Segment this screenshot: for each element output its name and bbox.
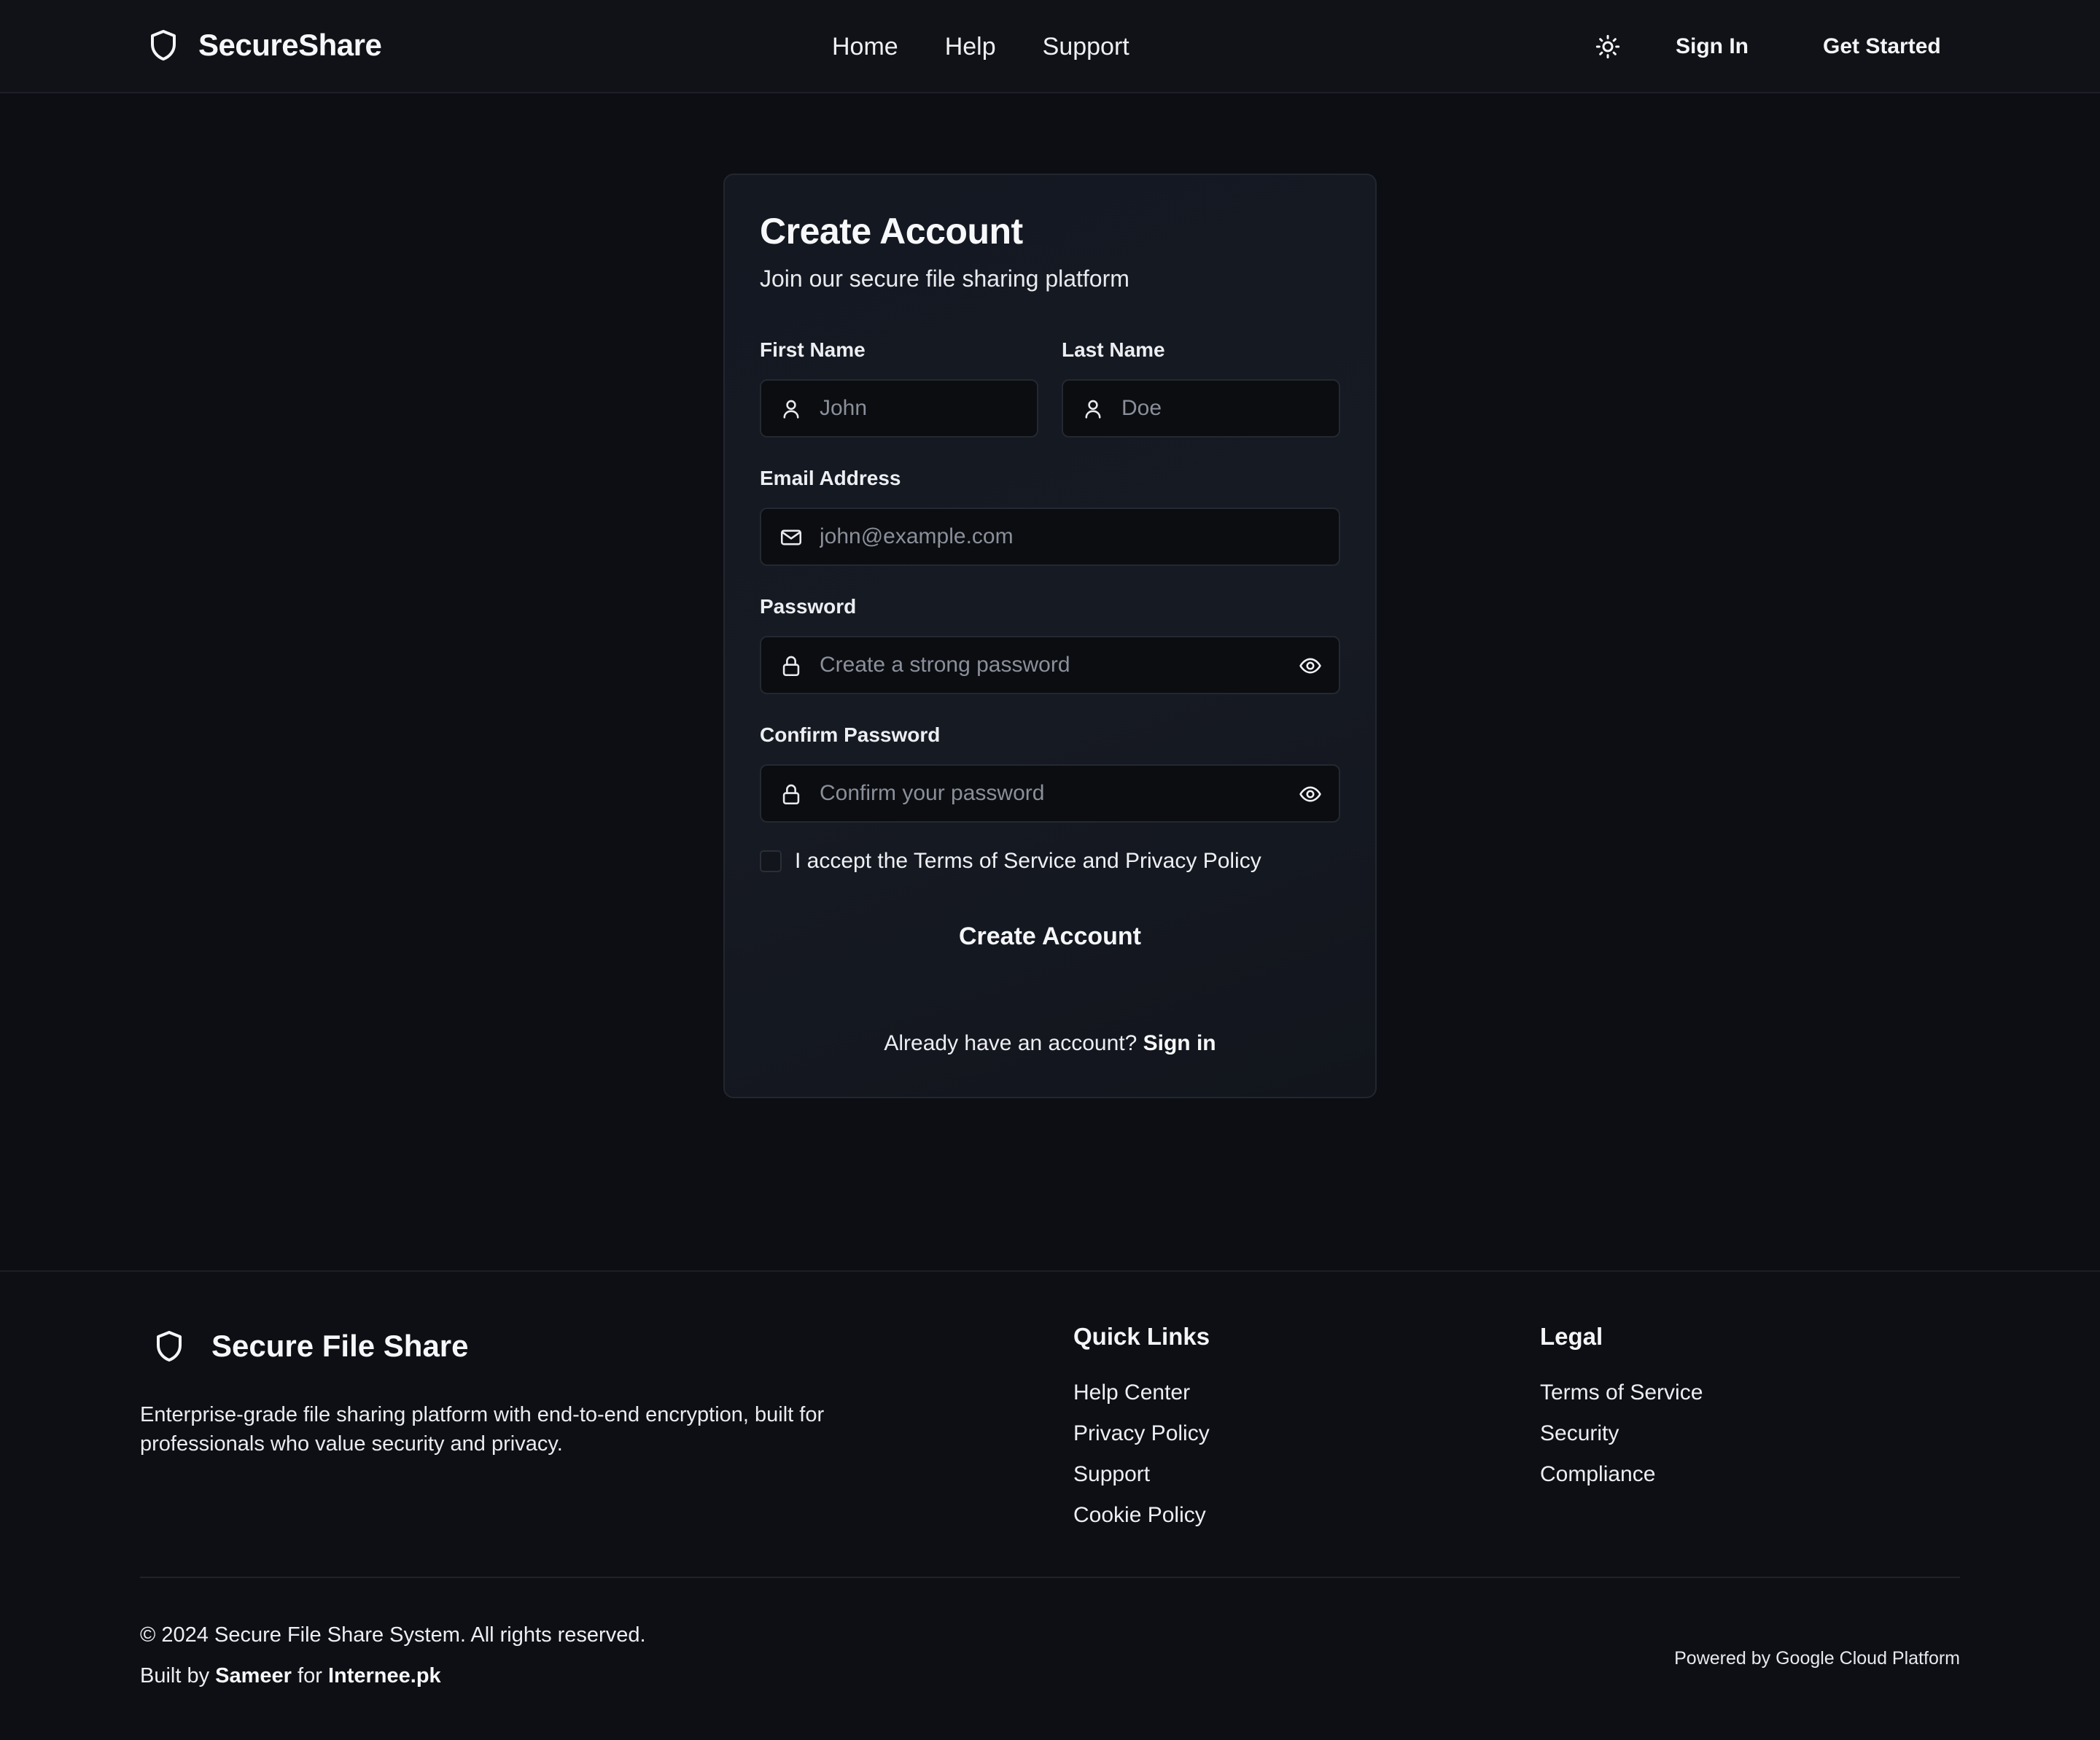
terms-checkbox[interactable] [760,850,782,872]
nav-support-link[interactable]: Support [1043,29,1129,64]
built-by-text: Built by Sameer for Internee.pk [140,1664,441,1688]
main-nav: Home Help Support [832,29,1176,64]
last-name-label: Last Name [1062,338,1165,361]
confirm-password-label: Confirm Password [760,723,941,746]
show-password-eye-icon[interactable] [1298,653,1323,678]
quick-links-list: Help Center Privacy Policy Support Cooki… [1073,1378,1210,1542]
legal-links-list: Terms of Service Security Compliance [1540,1378,1703,1501]
built-by-middle: for [298,1664,322,1687]
header-sign-in-button[interactable]: Sign In [1676,29,1749,64]
built-by-author: Sameer [215,1664,292,1687]
card-subtitle: Join our secure file sharing platform [760,265,1129,292]
create-account-card: Create Account Join our secure file shar… [723,174,1377,1098]
last-name-field[interactable] [1062,379,1340,438]
site-footer: Secure File Share Enterprise-grade file … [0,1270,2100,1740]
footer-link-cookie-policy[interactable]: Cookie Policy [1073,1501,1210,1542]
show-confirm-password-eye-icon[interactable] [1298,782,1323,807]
get-started-button[interactable]: Get Started [1823,29,1941,64]
lock-icon [779,782,804,807]
first-name-input[interactable] [820,381,986,436]
terms-row: I accept the Terms of Service and Privac… [760,849,1261,874]
footer-brand-name: Secure File Share [211,1329,469,1363]
create-account-button[interactable]: Create Account [760,907,1340,966]
top-nav-bar: SecureShare Home Help Support Sign In Ge… [0,0,2100,93]
brand-name: SecureShare [198,28,382,62]
user-icon [1081,397,1105,422]
shield-icon [152,1329,187,1364]
built-by-prefix: Built by [140,1664,210,1687]
brand-link[interactable]: SecureShare [146,28,382,63]
sign-in-link[interactable]: Sign in [1143,1031,1216,1055]
footer-link-help-center[interactable]: Help Center [1073,1378,1210,1419]
card-title: Create Account [760,211,1023,252]
footer-brand: Secure File Share [152,1329,469,1364]
user-icon [779,397,804,422]
password-field[interactable] [760,636,1340,694]
theme-toggle-sun-icon[interactable] [1593,32,1622,61]
sign-in-prompt: Already have an account? Sign in [725,1031,1375,1056]
footer-link-terms-of-service[interactable]: Terms of Service [1540,1378,1703,1419]
footer-link-security[interactable]: Security [1540,1419,1703,1460]
quick-links-title: Quick Links [1073,1323,1210,1350]
footer-link-support[interactable]: Support [1073,1460,1210,1501]
terms-label[interactable]: I accept the Terms of Service and Privac… [795,849,1261,874]
already-have-account-text: Already have an account? [884,1031,1138,1055]
copyright-text: © 2024 Secure File Share System. All rig… [140,1623,646,1647]
password-label: Password [760,595,857,618]
email-label: Email Address [760,467,901,489]
footer-link-privacy-policy[interactable]: Privacy Policy [1073,1419,1210,1460]
shield-icon [146,28,181,63]
first-name-field[interactable] [760,379,1038,438]
nav-home-link[interactable]: Home [832,29,898,64]
email-input[interactable] [820,509,1288,564]
confirm-password-input[interactable] [820,766,1288,821]
confirm-password-field[interactable] [760,764,1340,823]
lock-icon [779,653,804,678]
legal-title: Legal [1540,1323,1603,1350]
footer-description: Enterprise-grade file sharing platform w… [140,1403,825,1456]
footer-link-compliance[interactable]: Compliance [1540,1460,1703,1501]
email-field[interactable] [760,508,1340,566]
last-name-input[interactable] [1121,381,1288,436]
footer-divider [140,1577,1960,1578]
mail-icon [779,525,804,550]
first-name-label: First Name [760,338,866,361]
powered-by-text: Powered by Google Cloud Platform [1674,1648,1960,1669]
password-input[interactable] [820,637,1288,693]
built-by-org: Internee.pk [327,1664,441,1687]
nav-help-link[interactable]: Help [945,29,996,64]
